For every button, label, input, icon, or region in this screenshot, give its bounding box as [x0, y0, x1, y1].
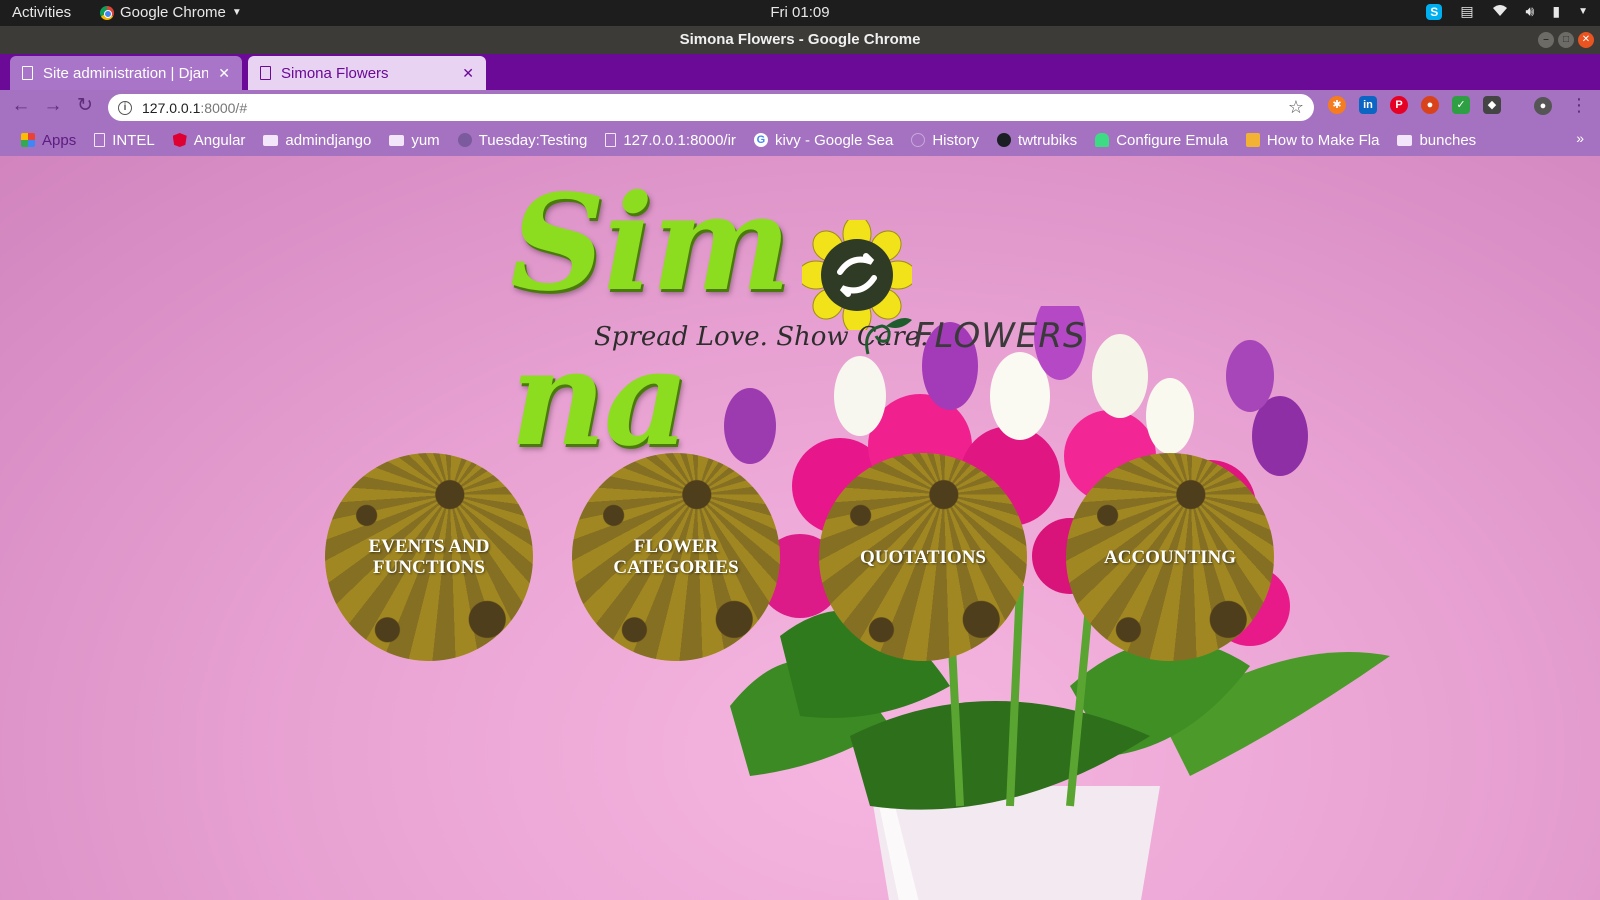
apps-grid-icon	[21, 133, 35, 147]
extension-icon[interactable]: ◆	[1483, 96, 1501, 114]
close-icon[interactable]: ✕	[218, 65, 230, 82]
browser-toolbar: ← → ↻ i 127.0.0.1:8000/# ☆ ✱ in P ● ✓ ◆ …	[0, 90, 1600, 124]
forward-arrow-icon[interactable]: →	[42, 95, 64, 117]
os-top-panel: Activities Google Chrome ▼ Fri 01:09 S ▤…	[0, 0, 1600, 26]
bookmark-image-icon	[1245, 133, 1260, 147]
bookmark-history[interactable]: History	[904, 132, 986, 149]
star-icon[interactable]: ☆	[1288, 97, 1304, 118]
events-and-functions-button[interactable]: EVENTS AND FUNCTIONS	[325, 453, 533, 661]
folder-icon	[389, 134, 405, 146]
google-icon: G	[753, 133, 768, 147]
flower-categories-button[interactable]: FLOWER CATEGORIES	[572, 453, 780, 661]
page-icon	[22, 66, 33, 80]
tab-title: Site administration | Djan	[43, 64, 209, 82]
tab-strip: Site administration | Djan ✕ Simona Flow…	[0, 54, 1600, 140]
notes-icon[interactable]: ▤	[1460, 3, 1473, 20]
close-button[interactable]: ✕	[1578, 32, 1594, 48]
bookmarks-bar: Apps INTEL Angular admindjango yum Tuesd…	[0, 124, 1600, 156]
bookmark-bunches[interactable]: bunches	[1390, 132, 1483, 149]
skype-icon[interactable]: S	[1426, 3, 1443, 20]
wifi-icon[interactable]	[1492, 3, 1508, 20]
clock[interactable]: Fri 01:09	[0, 4, 1600, 21]
tab-title: Simona Flowers	[281, 64, 389, 82]
page-viewport: Simna Spread Love. Show Care. FLOWERS EV…	[0, 156, 1600, 900]
page-icon	[605, 133, 617, 147]
bookmark-kivy-google-search[interactable]: G kivy - Google Sea	[747, 132, 900, 149]
close-icon[interactable]: ✕	[462, 65, 474, 82]
page-icon	[94, 133, 106, 147]
linkedin-icon[interactable]: in	[1359, 96, 1377, 114]
profile-avatar[interactable]: ●	[1534, 97, 1552, 115]
menu-dots-icon[interactable]: ⋮	[1570, 95, 1588, 116]
chevron-right-icon[interactable]: »	[1576, 130, 1584, 146]
circle-label: ACCOUNTING	[1104, 546, 1236, 568]
simona-flowers-logo[interactable]: Simna Spread Love. Show Care. FLOWERS	[510, 166, 1085, 476]
circle-label: EVENTS AND FUNCTIONS	[368, 536, 490, 578]
tab-site-administration[interactable]: Site administration | Djan ✕	[10, 56, 242, 90]
folder-icon	[263, 134, 279, 146]
bookmark-how-to-make[interactable]: How to Make Fla	[1239, 132, 1387, 149]
bookmark-tuesday-testing[interactable]: Tuesday:Testing	[451, 132, 595, 149]
bookmark-admindjango[interactable]: admindjango	[256, 132, 378, 149]
reload-icon[interactable]: ↻	[74, 95, 96, 117]
bookmark-intel[interactable]: INTEL	[87, 132, 162, 149]
logo-flowers-word: FLOWERS	[914, 316, 1086, 356]
bookmark-configure-emulator[interactable]: Configure Emula	[1088, 132, 1235, 149]
leaf-swirl-icon	[865, 318, 912, 355]
github-icon	[997, 133, 1011, 147]
minimize-button[interactable]: –	[1538, 32, 1554, 48]
android-icon	[1095, 133, 1110, 147]
bookmark-yum[interactable]: yum	[382, 132, 446, 149]
history-icon	[911, 133, 926, 147]
url-text[interactable]: 127.0.0.1:8000/#	[142, 100, 247, 116]
address-bar[interactable]: i 127.0.0.1:8000/# ☆	[108, 94, 1314, 121]
maximize-button[interactable]: □	[1558, 32, 1574, 48]
window-controls: – □ ✕	[1538, 32, 1594, 48]
info-icon[interactable]: i	[118, 100, 132, 115]
extension-fire-icon[interactable]: ●	[1421, 96, 1439, 114]
battery-icon[interactable]: ▮	[1552, 3, 1560, 20]
folder-icon	[1397, 134, 1413, 146]
bookmark-localhost[interactable]: 127.0.0.1:8000/ir	[598, 132, 743, 149]
window-titlebar: Simona Flowers - Google Chrome – □ ✕	[0, 26, 1600, 54]
pinterest-icon[interactable]: P	[1390, 96, 1408, 114]
circle-label: QUOTATIONS	[860, 546, 986, 568]
angular-icon	[172, 133, 187, 147]
bookmark-angular[interactable]: Angular	[166, 132, 253, 149]
accounting-button[interactable]: ACCOUNTING	[1066, 453, 1274, 661]
page-icon	[260, 66, 271, 80]
circle-label: FLOWER CATEGORIES	[613, 536, 739, 578]
caret-down-icon[interactable]: ▼	[1578, 6, 1588, 17]
shield-icon[interactable]: ✓	[1452, 96, 1470, 114]
extension-icon[interactable]: ✱	[1328, 96, 1346, 114]
bookmark-twtrubiks[interactable]: twtrubiks	[990, 132, 1084, 149]
volume-icon[interactable]: 🔊︎	[1526, 3, 1535, 20]
back-arrow-icon[interactable]: ←	[10, 95, 32, 117]
tab-simona-flowers[interactable]: Simona Flowers ✕	[248, 56, 486, 90]
system-tray: S ▤ 🔊︎ ▮ ▼	[1426, 3, 1588, 20]
quotations-button[interactable]: QUOTATIONS	[819, 453, 1027, 661]
bookmark-apps[interactable]: Apps	[14, 132, 83, 149]
window-title: Simona Flowers - Google Chrome	[679, 31, 921, 48]
extensions: ✱ in P ● ✓ ◆	[1328, 96, 1501, 114]
pin-icon	[457, 133, 472, 147]
